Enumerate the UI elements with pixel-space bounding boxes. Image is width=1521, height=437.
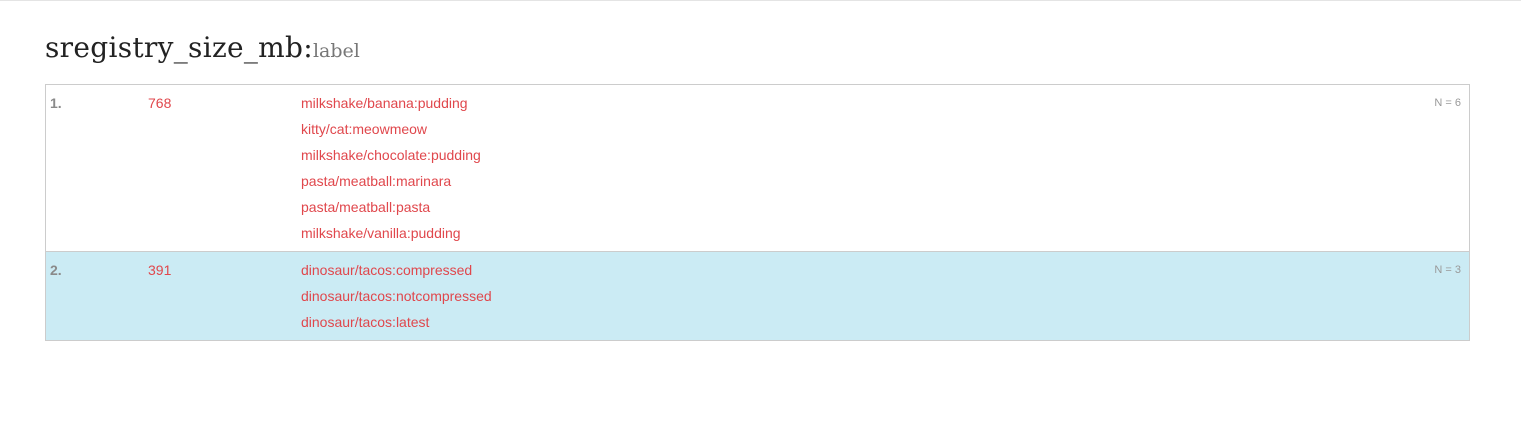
container-link[interactable]: dinosaur/tacos:compressed [301,262,492,288]
page-title-subtitle: label [312,40,360,62]
container-link[interactable]: kitty/cat:meowmeow [301,121,481,147]
size-value: 391 [148,262,172,278]
container-link[interactable]: dinosaur/tacos:notcompressed [301,288,492,314]
top-border [0,0,1521,1]
container-list: dinosaur/tacos:compressed dinosaur/tacos… [301,262,492,340]
container-list: milkshake/banana:pudding kitty/cat:meowm… [301,95,481,251]
results-table: 1. 768 milkshake/banana:pudding kitty/ca… [45,84,1470,341]
list-item: milkshake/banana:pudding [301,95,481,121]
list-item: dinosaur/tacos:compressed [301,262,492,288]
list-item: dinosaur/tacos:notcompressed [301,288,492,314]
count-label: N = 6 [1434,97,1461,109]
list-item: pasta/meatball:marinara [301,173,481,199]
container-link[interactable]: milkshake/vanilla:pudding [301,225,481,251]
count-label: N = 3 [1434,264,1461,276]
container-link[interactable]: milkshake/banana:pudding [301,95,481,121]
size-value: 768 [148,95,172,111]
page-title: sregistry_size_mb:label [45,28,360,65]
page-title-main: sregistry_size_mb: [45,31,313,64]
container-link[interactable]: pasta/meatball:marinara [301,173,481,199]
container-link[interactable]: dinosaur/tacos:latest [301,314,492,340]
list-item: milkshake/chocolate:pudding [301,147,481,173]
row-rank: 1. [50,95,62,111]
list-item: kitty/cat:meowmeow [301,121,481,147]
list-item: dinosaur/tacos:latest [301,314,492,340]
table-row: 1. 768 milkshake/banana:pudding kitty/ca… [46,85,1469,251]
row-rank: 2. [50,262,62,278]
list-item: pasta/meatball:pasta [301,199,481,225]
container-link[interactable]: pasta/meatball:pasta [301,199,481,225]
table-row: 2. 391 dinosaur/tacos:compressed dinosau… [46,251,1469,340]
list-item: milkshake/vanilla:pudding [301,225,481,251]
container-link[interactable]: milkshake/chocolate:pudding [301,147,481,173]
